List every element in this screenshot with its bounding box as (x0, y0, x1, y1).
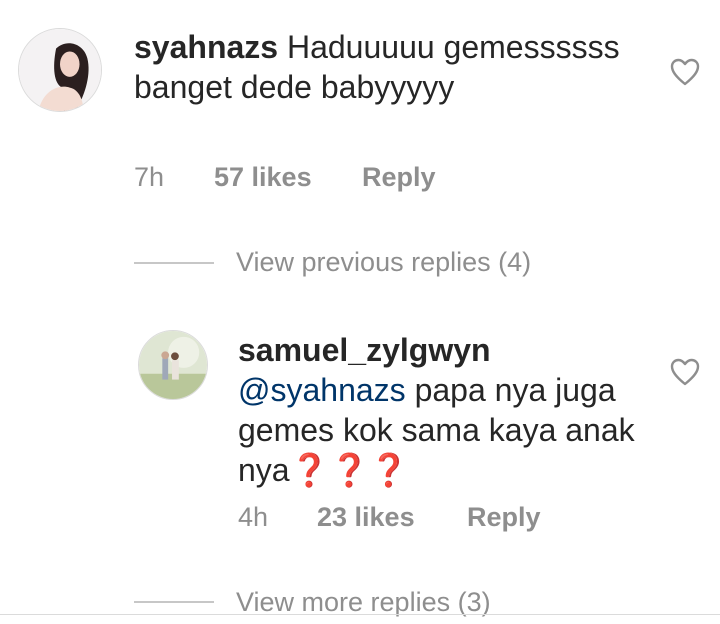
reply-button[interactable]: Reply (467, 502, 541, 533)
reply-text: samuel_zylgwyn @syahnazs papa nya juga g… (238, 330, 658, 490)
replies-divider (134, 262, 214, 264)
avatar-photo (19, 29, 101, 111)
comment-text: syahnazs Haduuuuu gemessssss banget dede… (134, 27, 654, 107)
comment-username[interactable]: syahnazs (134, 29, 278, 65)
avatar-photo (139, 331, 207, 399)
heart-icon[interactable] (670, 358, 700, 386)
view-previous-replies-link[interactable]: View previous replies (4) (236, 247, 531, 278)
reply-likes[interactable]: 23 likes (317, 502, 415, 533)
comment-time: 7h (134, 162, 165, 192)
reply-mention[interactable]: @syahnazs (238, 372, 406, 408)
reply-username[interactable]: samuel_zylgwyn (238, 330, 658, 370)
comment-likes[interactable]: 57 likes (214, 162, 312, 193)
replies-divider (134, 601, 214, 603)
avatar[interactable] (138, 330, 208, 400)
heart-icon[interactable] (670, 58, 700, 86)
avatar[interactable] (18, 28, 102, 112)
reply-button[interactable]: Reply (362, 162, 436, 193)
bottom-divider (0, 614, 720, 615)
reply-time: 4h (238, 502, 269, 532)
